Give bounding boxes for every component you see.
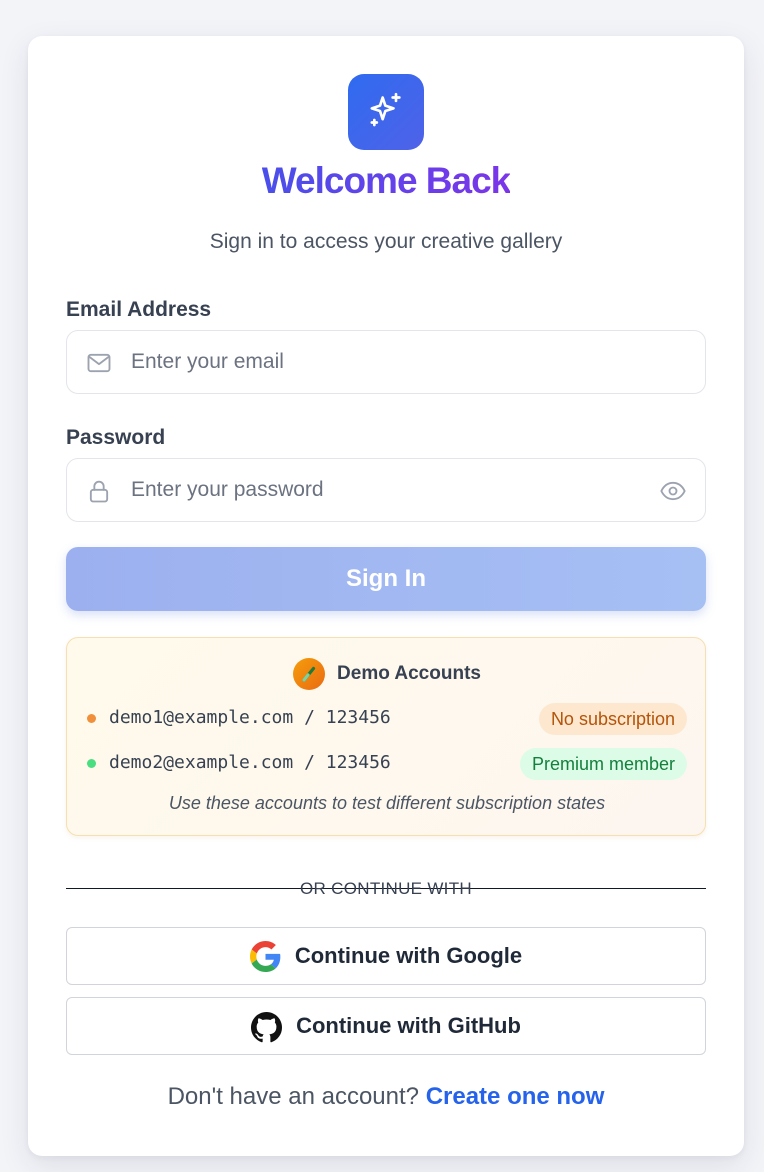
demo-account-row: demo1@example.com / 123456 No subscripti…: [87, 703, 687, 735]
demo-accounts-header: Demo Accounts: [67, 658, 707, 690]
email-field[interactable]: [66, 330, 706, 394]
password-input[interactable]: [131, 459, 651, 521]
google-icon: [249, 940, 281, 972]
sign-in-button[interactable]: Sign In: [66, 547, 706, 611]
status-badge: No subscription: [538, 703, 687, 735]
status-dot: [87, 714, 96, 723]
github-signin-button[interactable]: Continue with GitHub: [66, 997, 706, 1055]
password-label: Password: [66, 426, 166, 449]
signup-prompt: Don't have an account? Create one now: [28, 1083, 744, 1111]
status-badge: Premium member: [519, 748, 687, 780]
app-logo: [348, 74, 424, 150]
demo-account-row: demo2@example.com / 123456 Premium membe…: [87, 748, 687, 780]
demo-credentials: demo1@example.com / 123456: [109, 707, 391, 728]
sparkles-icon: [366, 90, 406, 135]
password-field[interactable]: [66, 458, 706, 522]
google-button-label: Continue with Google: [294, 943, 523, 968]
demo-accounts-panel: Demo Accounts demo1@example.com / 123456…: [66, 637, 706, 836]
page-title: Welcome Back: [261, 160, 511, 201]
github-icon: [251, 1011, 283, 1042]
test-tube-icon: [293, 658, 326, 690]
page-subtitle: Sign in to access your creative gallery: [209, 230, 563, 253]
demo-accounts-title: Demo Accounts: [337, 663, 481, 684]
email-label: Email Address: [66, 298, 212, 321]
demo-note: Use these accounts to test different sub…: [168, 793, 606, 813]
mail-icon: [85, 349, 113, 377]
signup-prompt-text: Don't have an account?: [167, 1083, 426, 1110]
demo-credentials: demo2@example.com / 123456: [109, 752, 391, 773]
github-button-label: Continue with GitHub: [296, 1013, 521, 1038]
or-divider: OR CONTINUE WITH: [66, 879, 706, 899]
status-dot: [87, 759, 96, 768]
divider-text: OR CONTINUE WITH: [300, 879, 472, 898]
eye-icon[interactable]: [659, 477, 687, 505]
login-card: Welcome Back Sign in to access your crea…: [28, 36, 744, 1156]
google-signin-button[interactable]: Continue with Google: [66, 927, 706, 985]
email-input[interactable]: [131, 331, 651, 393]
create-account-link[interactable]: Create one now: [426, 1083, 605, 1110]
lock-icon: [85, 477, 113, 505]
